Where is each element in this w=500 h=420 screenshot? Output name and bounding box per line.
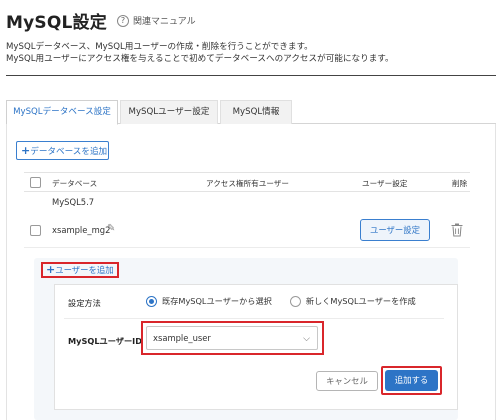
title-row: MySQL設定 ? 関連マニュアル xyxy=(6,8,496,33)
trash-icon[interactable] xyxy=(451,223,463,237)
mysql-user-id-select[interactable]: xsample_user ⌵ xyxy=(146,326,318,350)
chevron-down-icon: ⌵ xyxy=(303,334,310,344)
description-line: MySQL用ユーザーにアクセス権を与えることで初めてデータベースへのアクセスが可… xyxy=(6,54,394,64)
row-checkbox[interactable] xyxy=(30,225,41,236)
page-header: MySQL設定 ? 関連マニュアル MySQLデータベース、MySQL用ユーザー… xyxy=(6,8,496,65)
plus-icon: + xyxy=(21,144,31,157)
mysql-user-id-value: xsample_user xyxy=(153,333,211,343)
add-user-label: ユーザーを追加 xyxy=(55,265,114,275)
help-icon: ? xyxy=(116,14,129,27)
page-title: MySQL設定 xyxy=(6,13,107,33)
column-header-user-setting: ユーザー設定 xyxy=(362,179,408,188)
cancel-button[interactable]: キャンセル xyxy=(316,371,378,391)
submit-add-button[interactable]: 追加する xyxy=(385,370,438,391)
user-setting-button[interactable]: ユーザー設定 xyxy=(360,219,430,241)
description-line: MySQLデータベース、MySQL用ユーザーの作成・削除を行うことができます。 xyxy=(6,42,313,52)
table-header: データベース アクセス権所有ユーザー ユーザー設定 削除 xyxy=(24,172,470,192)
radio-existing-user[interactable] xyxy=(146,295,157,307)
add-user-link[interactable]: +ユーザーを追加 xyxy=(41,262,119,278)
radio-existing-user-label[interactable]: 既存MySQLユーザーから選択 xyxy=(162,295,272,307)
page-description: MySQLデータベース、MySQL用ユーザーの作成・削除を行うことができます。 … xyxy=(6,41,496,65)
radio-new-user[interactable] xyxy=(289,295,301,307)
help-link[interactable]: ? 関連マニュアル xyxy=(116,14,196,27)
pencil-icon[interactable]: ✎ xyxy=(107,223,115,234)
add-database-label: データベースを追加 xyxy=(30,147,108,157)
plus-icon: + xyxy=(46,263,56,276)
column-header-delete: 削除 xyxy=(452,179,468,188)
radio-new-user-label[interactable]: 新しくMySQLユーザーを作成 xyxy=(306,295,416,307)
header-divider xyxy=(6,75,496,76)
form-separator xyxy=(64,318,444,319)
database-name: xsample_mg2 xyxy=(52,225,111,235)
column-header-access-users: アクセス権所有ユーザー xyxy=(206,179,289,188)
tab-mysql-database[interactable]: MySQLデータベース設定 xyxy=(6,100,118,125)
setting-method-options: 既存MySQLユーザーから選択 新しくMySQLユーザーを作成 xyxy=(146,295,416,307)
tab-mysql-user[interactable]: MySQLユーザー設定 xyxy=(120,100,218,124)
mysql-user-id-label: MySQLユーザーID xyxy=(68,336,142,346)
tab-mysql-info[interactable]: MySQL情報 xyxy=(220,100,292,124)
setting-method-label: 設定方法 xyxy=(68,298,101,308)
help-label: 関連マニュアル xyxy=(132,17,196,27)
column-header-database: データベース xyxy=(52,179,98,188)
mysql-version-label: MySQL5.7 xyxy=(52,197,95,207)
tab-bar: MySQLデータベース設定 MySQLユーザー設定 MySQL情報 xyxy=(6,100,496,125)
table-row: xsample_mg2 ✎ ユーザー設定 xyxy=(24,214,470,248)
select-all-checkbox[interactable] xyxy=(30,177,41,188)
add-database-button[interactable]: +データベースを追加 xyxy=(16,141,109,160)
